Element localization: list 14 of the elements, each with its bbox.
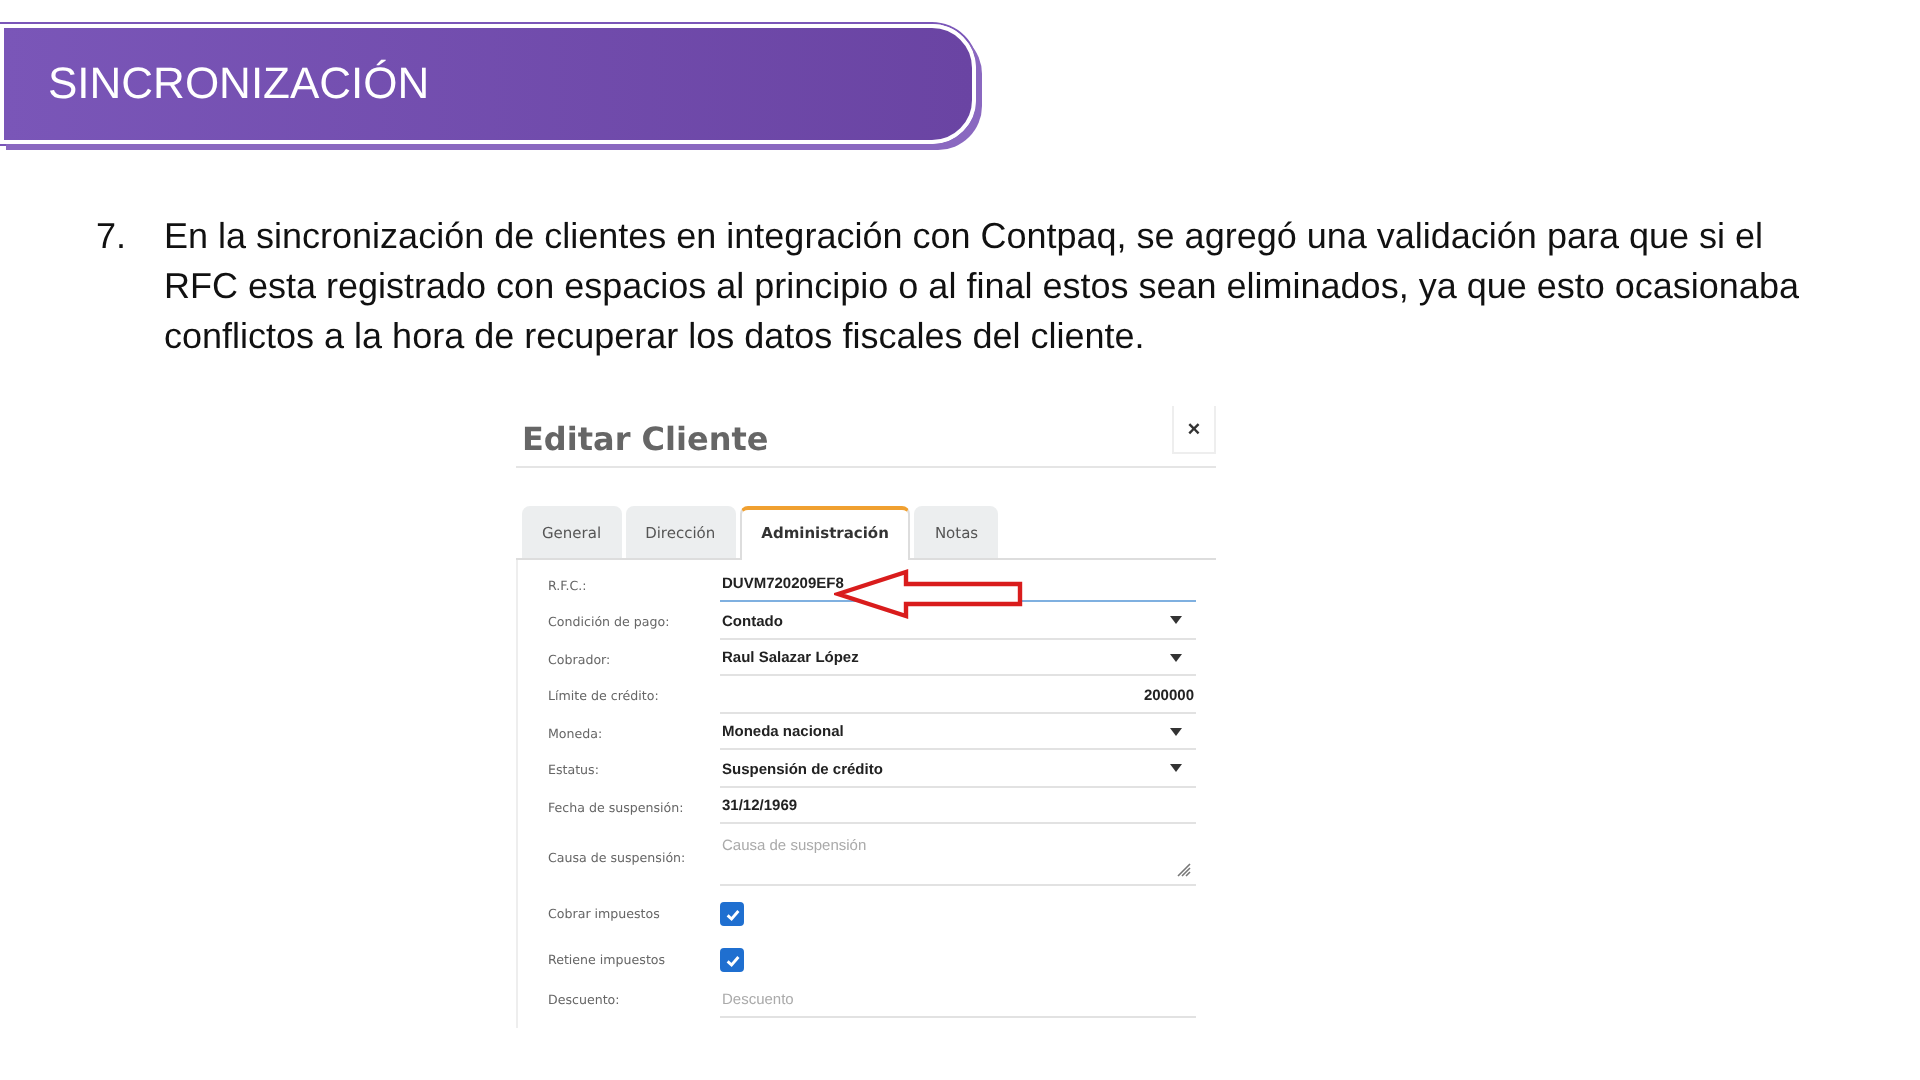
caret-icon (1170, 764, 1182, 773)
caret-icon (1170, 616, 1182, 625)
check-icon (723, 905, 741, 923)
paragraph-text: En la sincronización de clientes en integración con Contpaq, se agregó una validación para que si el RFC esta registrado con espacios al principio o al final estos sean eliminados, ya que esto ocasionaba conflictos a la hora de recuperar los datos fiscales del cliente. (164, 214, 1800, 360)
check-icon (723, 951, 741, 969)
resize-handle-icon[interactable] (1176, 862, 1192, 878)
caret-icon (1170, 653, 1182, 662)
checkbox[interactable] (720, 902, 744, 926)
checkbox[interactable] (720, 948, 744, 972)
list-number: 7. (96, 214, 129, 260)
close-button[interactable]: × (1172, 406, 1216, 454)
slide-title: SINCRONIZACIÓN (48, 58, 430, 110)
dialog-title: Editar Cliente (522, 420, 769, 458)
caret-icon (1170, 727, 1182, 736)
